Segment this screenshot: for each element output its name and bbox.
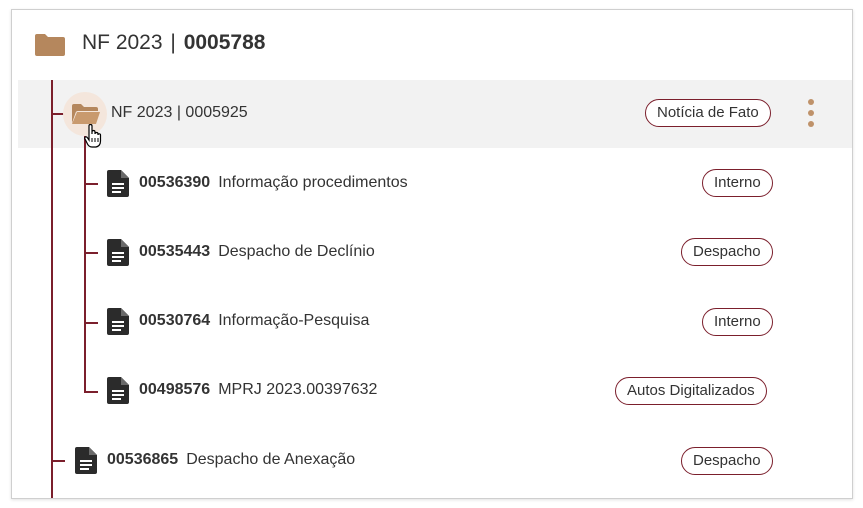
document-code: 00530764 [139,312,211,329]
list-item-label: 00530764 Informação-Pesquisa [139,312,369,330]
tree-branch [84,252,98,254]
type-badge: Interno [702,169,773,197]
list-item-label: 00498576 MPRJ 2023.00397632 [139,381,377,399]
type-badge: Notícia de Fato [645,99,771,127]
document-code: 00536865 [107,451,179,468]
document-code: 00498576 [139,381,211,398]
document-icon [107,377,129,404]
document-icon [107,170,129,197]
hand-cursor-icon [84,124,102,148]
document-title: Informação procedimentos [218,174,408,191]
document-tree-card: NF 2023 | 0005788 NF 2023 | 0005925 Notí… [11,9,853,499]
document-icon [75,447,97,474]
tree-line-sub [84,136,86,393]
document-title: Despacho de Anexação [186,451,356,468]
folder-icon [35,34,65,56]
sub-folder-title: NF 2023 | 0005925 [111,104,248,121]
document-icon [107,239,129,266]
document-title: MPRJ 2023.00397632 [218,381,378,398]
list-item-label: 00536865 Despacho de Anexação [107,451,355,469]
document-code: 00535443 [139,243,211,260]
tree-branch [84,322,98,324]
list-item-label: 00536390 Informação procedimentos [139,174,408,192]
root-folder-number: 0005788 [183,31,266,54]
type-badge: Interno [702,308,773,336]
tree-line-main [51,80,53,498]
folder-open-icon[interactable] [71,103,101,125]
tree-branch [51,460,65,462]
document-title: Despacho de Declínio [218,243,375,260]
type-badge: Despacho [681,447,773,475]
tree-branch [84,183,98,185]
type-badge: Despacho [681,238,773,266]
list-item-label: 00535443 Despacho de Declínio [139,243,375,261]
tree-branch [84,391,98,393]
more-vert-icon[interactable] [807,99,815,131]
root-folder-prefix: NF 2023 [82,31,163,54]
document-title: Informação-Pesquisa [218,312,370,329]
document-code: 00536390 [139,174,211,191]
root-folder-separator: | [170,31,176,54]
type-badge: Autos Digitalizados [615,377,767,405]
document-icon [107,308,129,335]
root-folder-title: NF 2023 | 0005788 [82,31,265,55]
root-folder-row[interactable]: NF 2023 | 0005788 [12,10,852,78]
